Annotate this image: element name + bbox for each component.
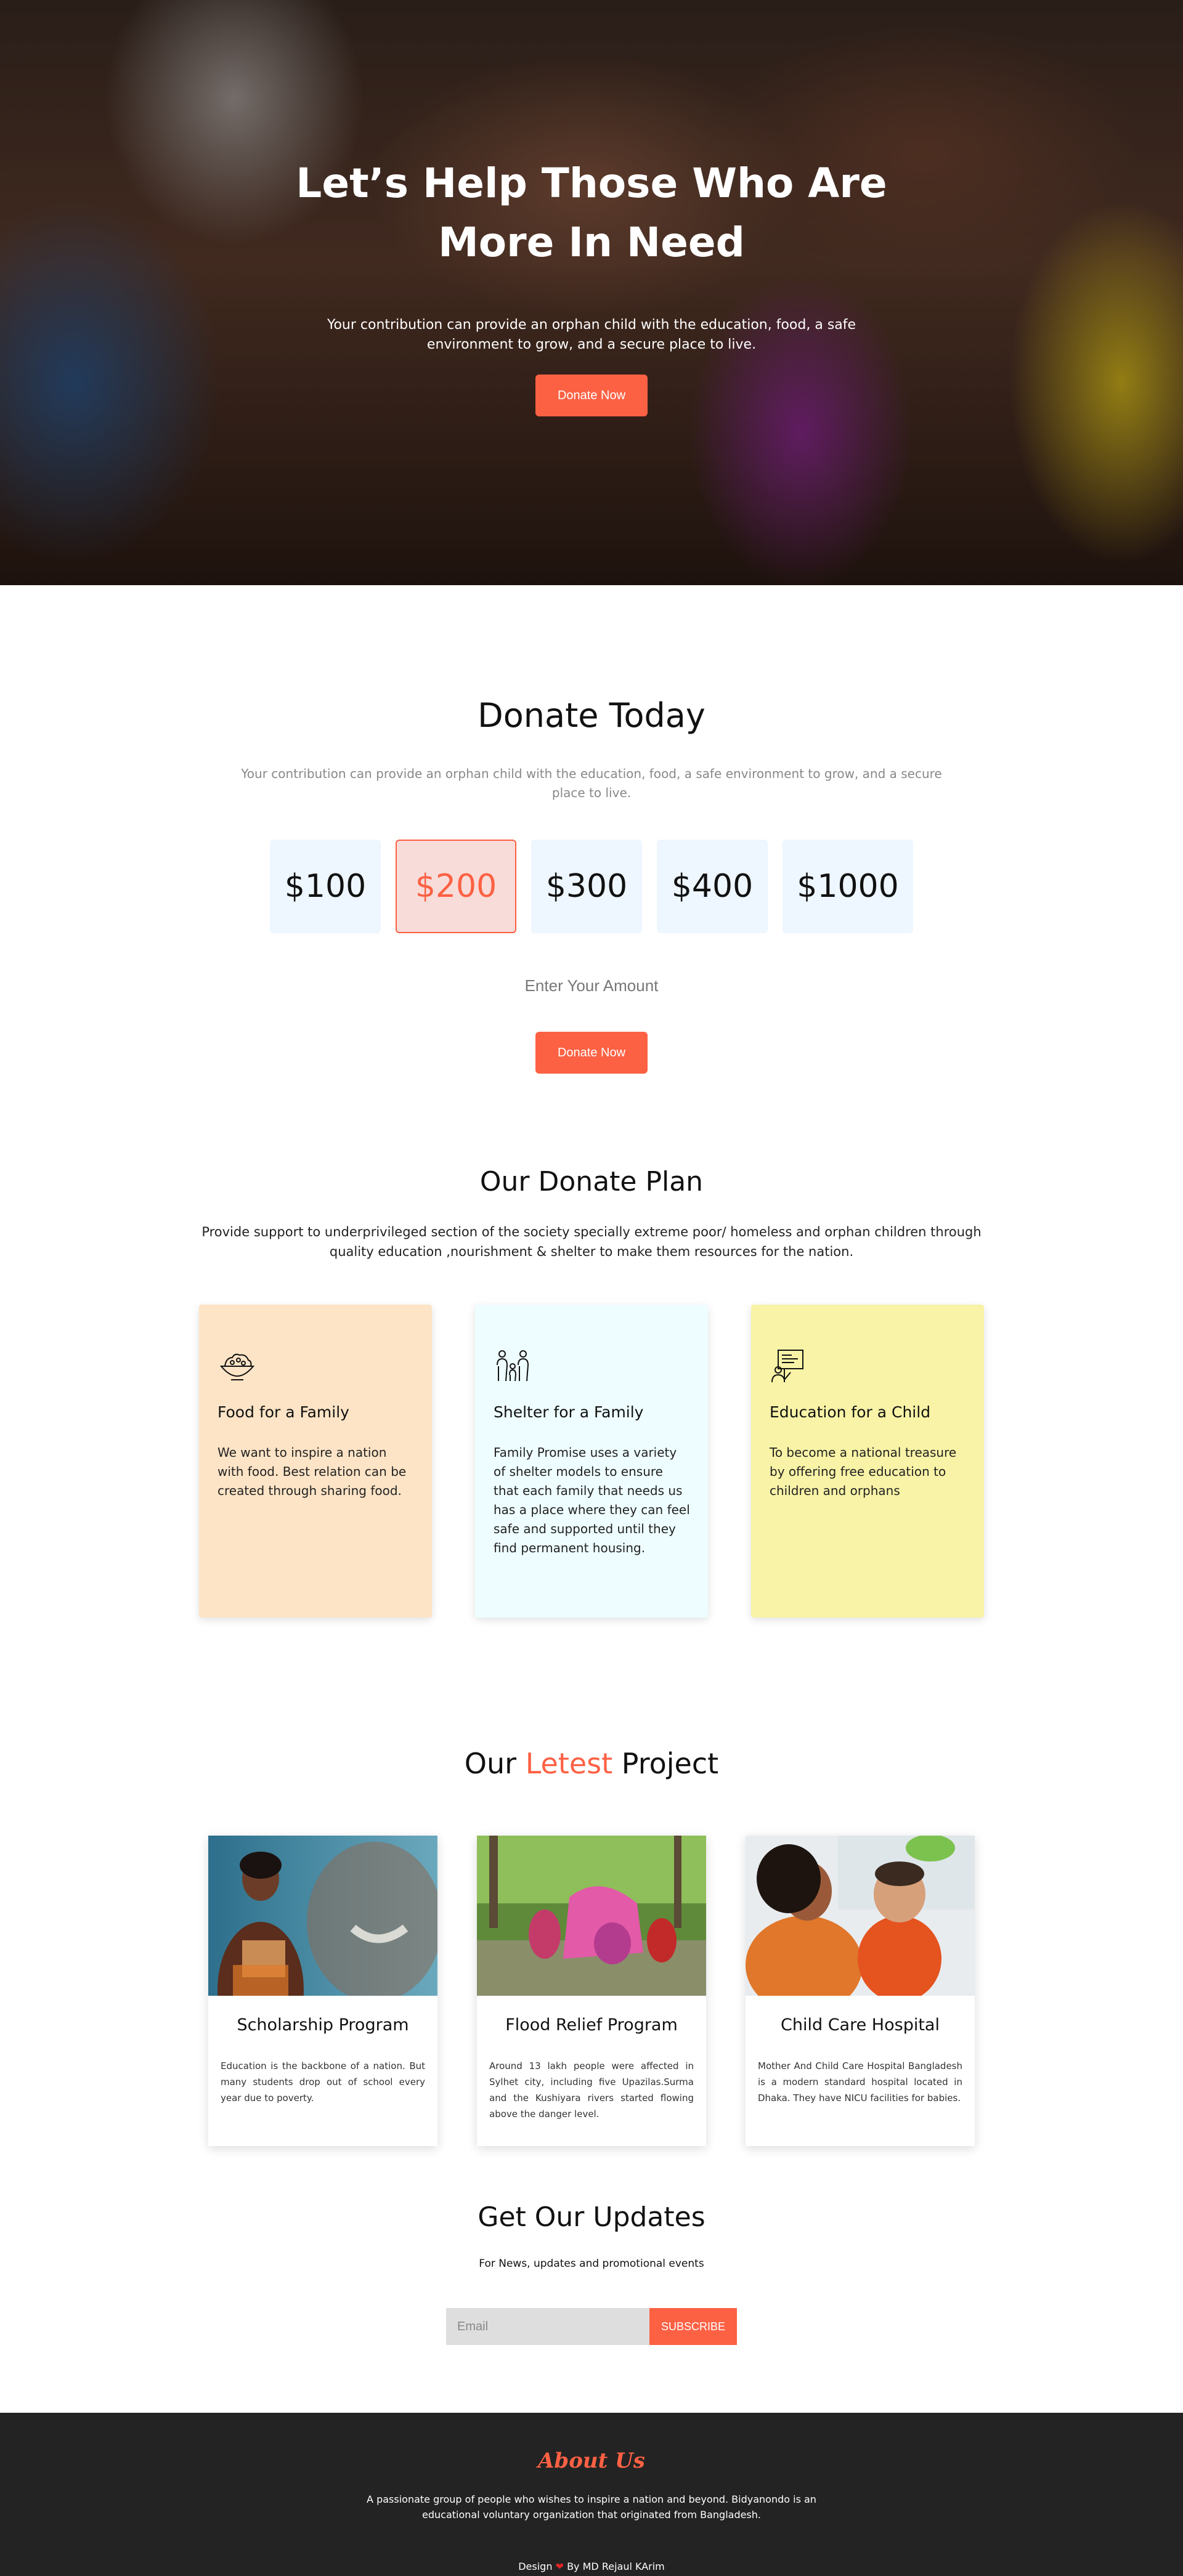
family-icon	[497, 1350, 529, 1382]
updates-section: Get Our Updates For News, updates and pr…	[0, 2146, 1183, 2345]
plan-card-education: Education for a Child To become a nation…	[751, 1305, 984, 1618]
projects-title-accent: Letest	[525, 1747, 613, 1780]
subscribe-button[interactable]: SUBSCRIBE	[649, 2308, 737, 2345]
project-card-title: Flood Relief Program	[505, 2015, 678, 2035]
amount-options: $100 $200 $300 $400 $1000	[0, 840, 1183, 933]
donate-title: Donate Today	[478, 696, 705, 735]
plan-title: Our Donate Plan	[479, 1166, 704, 1197]
plan-card-title: Shelter for a Family	[494, 1403, 644, 1421]
plan-card-text: To become a national treasure by offerin…	[770, 1445, 957, 1498]
hero-subtitle: Your contribution can provide an orphan …	[327, 317, 856, 352]
email-input[interactable]	[446, 2308, 649, 2345]
plan-cards: Food for a Family We want to inspire a n…	[0, 1305, 1183, 1618]
plan-card-food: Food for a Family We want to inspire a n…	[199, 1305, 432, 1618]
project-card-child-care[interactable]: Child Care Hospital Mother And Child Car…	[746, 1836, 975, 2146]
donate-subtitle: Your contribution can provide an orphan …	[241, 766, 942, 800]
amount-option-1000[interactable]: $1000	[783, 840, 913, 933]
project-card-flood-relief[interactable]: Flood Relief Program Around 13 lakh peop…	[477, 1836, 706, 2146]
plan-card-title: Education for a Child	[770, 1403, 931, 1421]
heart-icon: ❤	[555, 2561, 564, 2572]
credit-design-label: Design	[518, 2561, 553, 2572]
custom-amount-input[interactable]	[462, 970, 721, 1001]
hero-donate-button[interactable]: Donate Now	[535, 375, 648, 416]
footer-title: About Us	[538, 2448, 645, 2473]
project-card-text: Around 13 lakh people were affected in S…	[489, 2060, 694, 2120]
donate-section: Donate Today Your contribution can provi…	[0, 585, 1183, 1074]
subscribe-form: SUBSCRIBE	[0, 2308, 1183, 2345]
project-cards: Scholarship Program Education is the bac…	[0, 1836, 1183, 2146]
amount-option-300[interactable]: $300	[531, 840, 642, 933]
amount-option-100[interactable]: $100	[270, 840, 381, 933]
credit-author: By MD Rejaul KArim	[567, 2561, 665, 2572]
plan-card-shelter: Shelter for a Family Family Promise uses…	[475, 1305, 708, 1618]
scholarship-photo	[208, 1836, 437, 1996]
project-card-scholarship[interactable]: Scholarship Program Education is the bac…	[208, 1836, 437, 2146]
plan-card-title: Food for a Family	[217, 1403, 349, 1421]
project-card-title: Child Care Hospital	[781, 2015, 940, 2035]
project-card-title: Scholarship Program	[237, 2015, 409, 2035]
food-bowl-icon	[219, 1353, 255, 1380]
footer-text: A passionate group of people who wishes …	[367, 2493, 816, 2521]
child-care-photo	[746, 1836, 975, 1996]
project-card-text: Education is the backbone of a nation. B…	[221, 2060, 425, 2104]
flood-relief-photo	[477, 1836, 706, 1996]
projects-title-end: Project	[612, 1747, 719, 1780]
projects-section: Our Letest Project Scholarship Program E…	[0, 1618, 1183, 2146]
project-card-text: Mother And Child Care Hospital Banglades…	[758, 2060, 962, 2104]
hero-section: Let’s Help Those Who Are More In Need Yo…	[0, 0, 1183, 585]
amount-option-200-selected[interactable]: $200	[396, 840, 516, 933]
plan-card-text: Family Promise uses a variety of shelter…	[494, 1445, 690, 1555]
projects-title-start: Our	[464, 1747, 526, 1780]
hero-title: Let’s Help Those Who Are More In Need	[296, 160, 887, 266]
footer-credit: Design ❤ By MD Rejaul KArim	[0, 2561, 1183, 2572]
amount-option-400[interactable]: $400	[657, 840, 768, 933]
updates-title: Get Our Updates	[478, 2201, 705, 2233]
footer: About Us A passionate group of people wh…	[0, 2413, 1183, 2576]
education-board-icon	[771, 1350, 803, 1383]
hero-content: Let’s Help Those Who Are More In Need Yo…	[0, 0, 1183, 416]
donate-now-button[interactable]: Donate Now	[535, 1032, 648, 1074]
projects-title: Our Letest Project	[0, 1747, 1183, 1780]
plan-card-text: We want to inspire a nation with food. B…	[217, 1445, 407, 1498]
plan-subtitle: Provide support to underprivileged secti…	[201, 1225, 982, 1259]
updates-subtitle: For News, updates and promotional events	[479, 2258, 704, 2270]
donate-plan-section: Our Donate Plan Provide support to under…	[0, 1074, 1183, 1618]
